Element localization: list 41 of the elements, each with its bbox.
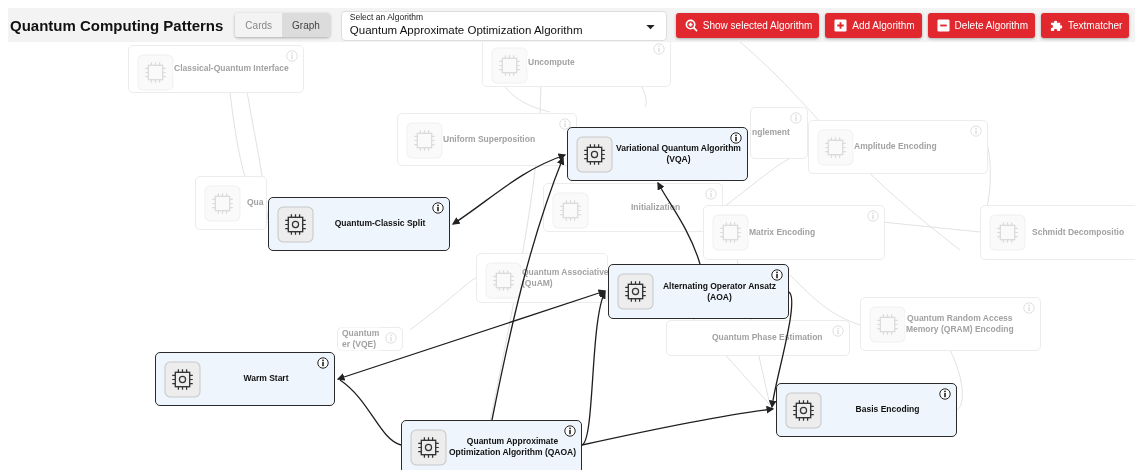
node-label: Quantum Random Access Memory (QRAM) Encoding: [905, 312, 1015, 336]
pattern-node[interactable]: Schmidt Decompositio: [980, 205, 1135, 260]
pattern-node[interactable]: Quantum Random Access Memory (QRAM) Encoding: [860, 297, 1041, 351]
pattern-node[interactable]: Qua: [195, 176, 267, 230]
algorithm-node[interactable]: Quantum Approximate Optimization Algorithm (QAOA): [401, 420, 582, 470]
algorithm-node[interactable]: Basis Encoding: [776, 383, 957, 437]
algorithm-node[interactable]: Warm Start: [155, 352, 335, 406]
algorithm-select[interactable]: Select an Algorithm Quantum Approximate Optimization Algorithm: [340, 11, 667, 41]
action-button[interactable]: Textmatcher: [1041, 12, 1130, 38]
pattern-node[interactable]: Amplitude Encoding: [808, 120, 988, 174]
view-toggle-button[interactable]: Cards: [235, 13, 283, 37]
algorithm-node[interactable]: Alternating Operator Ansatz (AOA): [608, 264, 789, 319]
node-label: Matrix Encoding: [748, 226, 817, 239]
action-button[interactable]: Add Algorithm: [825, 12, 922, 38]
algorithm-node[interactable]: Quantum-Classic Split: [268, 197, 450, 251]
view-toggle-button[interactable]: Graph: [282, 13, 330, 37]
pattern-node[interactable]: Matrix Encoding: [703, 205, 885, 260]
node-label: Uncompute: [527, 56, 576, 69]
algorithm-node[interactable]: Variational Quantum Algorithm (VQA): [567, 127, 748, 181]
app-title: Quantum Computing Patterns: [10, 16, 224, 34]
pattern-node[interactable]: nglement: [750, 107, 808, 159]
select-label: Select an Algorithm: [347, 12, 426, 22]
pattern-node[interactable]: Classical-Quantum Interface: [128, 45, 304, 93]
select-value: Quantum Approximate Optimization Algorithm: [349, 24, 583, 36]
node-label: Variational Quantum Algorithm (VQA): [615, 142, 742, 166]
node-label: Basis Encoding: [854, 404, 921, 416]
pattern-node[interactable]: Uniform Superposition: [397, 113, 577, 166]
node-label: Uniform Superposition: [442, 133, 537, 146]
node-label: Quantum-Classic Split: [333, 218, 427, 230]
action-button[interactable]: Show selected Algorithm: [675, 12, 820, 38]
node-label: Quantum er (VQE): [341, 327, 381, 351]
node-label: Qua: [246, 197, 265, 209]
node-label: Schmidt Decompositio: [1031, 226, 1126, 239]
node-label: Alternating Operator Ansatz (AOA): [661, 280, 777, 303]
node-label: nglement: [751, 127, 791, 139]
action-button[interactable]: Delete Algorithm: [927, 12, 1035, 38]
node-label: Warm Start: [242, 373, 290, 385]
node-label: Amplitude Encoding: [853, 141, 938, 153]
node-label: Classical-Quantum Interface: [173, 63, 290, 75]
node-label: Quantum Approximate Optimization Algorithm (QAOA): [447, 435, 578, 459]
pattern-node[interactable]: Quantum er (VQE): [337, 327, 403, 351]
